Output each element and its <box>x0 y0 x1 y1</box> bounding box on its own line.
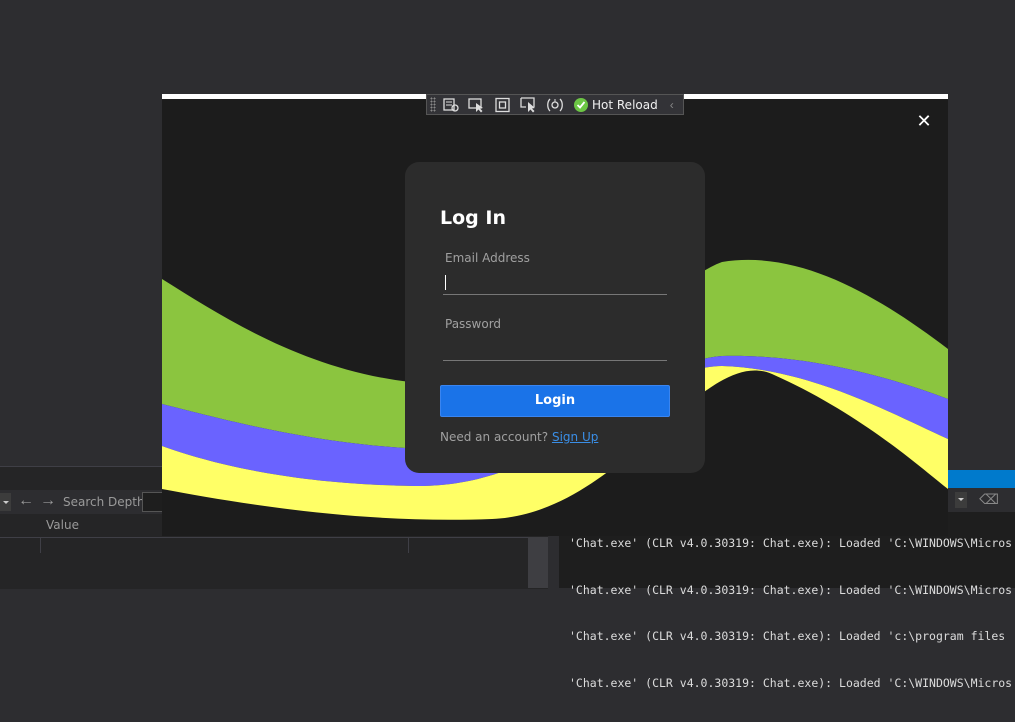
text-caret <box>445 275 446 290</box>
column-divider <box>40 537 41 553</box>
hot-reload-label: Hot Reload <box>592 97 658 112</box>
output-line: 'Chat.exe' (CLR v4.0.30319: Chat.exe): L… <box>569 536 1013 550</box>
output-line: 'Chat.exe' (CLR v4.0.30319: Chat.exe): L… <box>569 582 1013 597</box>
arrow-right-icon[interactable]: → <box>40 492 56 510</box>
dropdown-arrow-icon[interactable] <box>0 493 11 511</box>
email-field[interactable] <box>443 273 667 295</box>
column-divider <box>408 537 409 553</box>
check-circle-icon <box>574 97 588 112</box>
display-adorners-icon[interactable] <box>494 97 512 113</box>
value-column-header[interactable]: Value <box>46 518 79 532</box>
login-button[interactable]: Login <box>440 385 670 417</box>
binding-failures-icon[interactable] <box>546 97 564 113</box>
close-icon[interactable]: ✕ <box>916 112 932 130</box>
output-text: 'Chat.exe' (CLR v4.0.30319: Chat.exe): L… <box>569 505 1015 722</box>
output-line: 'Chat.exe' (CLR v4.0.30319: Chat.exe): L… <box>569 629 1006 643</box>
output-line: 'Chat.exe' (CLR v4.0.30319: Chat.exe): L… <box>569 675 1013 690</box>
login-card: Log In Email Address Password Login Need… <box>405 162 705 473</box>
password-label: Password <box>445 317 502 331</box>
email-label: Email Address <box>445 251 530 265</box>
scrollbar[interactable] <box>528 537 548 588</box>
track-focused-element-icon[interactable] <box>520 96 538 113</box>
hot-reload-button[interactable]: Hot Reload <box>574 97 658 112</box>
live-visual-tree-icon[interactable] <box>442 97 460 113</box>
arrow-left-icon[interactable]: ← <box>18 492 34 510</box>
search-depth-label: Search Depth: <box>63 495 149 509</box>
signup-row: Need an account? Sign Up <box>440 430 598 444</box>
signup-prompt: Need an account? <box>440 430 549 444</box>
xaml-runtime-toolbar: Hot Reload ‹ <box>426 94 684 115</box>
select-element-icon[interactable] <box>468 97 486 113</box>
login-title: Log In <box>440 207 506 229</box>
password-field[interactable] <box>443 339 667 361</box>
search-depth-input[interactable] <box>142 492 164 512</box>
signup-link[interactable]: Sign Up <box>552 430 598 444</box>
drag-grip-icon[interactable] <box>430 97 436 112</box>
collapse-chevron-icon[interactable]: ‹ <box>670 98 674 112</box>
